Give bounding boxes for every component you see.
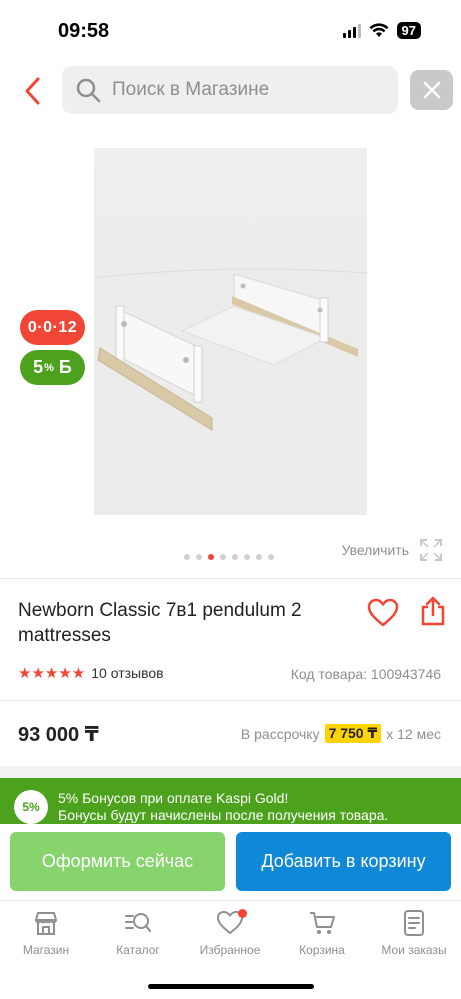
- chevron-left-icon: [25, 77, 40, 105]
- tab-shop[interactable]: Магазин: [0, 909, 92, 957]
- back-button[interactable]: [18, 74, 48, 108]
- tab-cart[interactable]: Корзина: [276, 909, 368, 957]
- tab-label: Избранное: [199, 943, 261, 957]
- heart-icon: [367, 598, 399, 627]
- gallery-dot[interactable]: [208, 554, 214, 560]
- reviews-link[interactable]: 10 отзывов: [91, 665, 163, 681]
- tab-label: Магазин: [22, 943, 70, 957]
- product-gallery[interactable]: 0·0·12 5% Б Увеличить: [0, 140, 461, 570]
- tab-label: Мои заказы: [381, 943, 447, 957]
- tab-catalog[interactable]: Каталог: [92, 909, 184, 957]
- favorite-button[interactable]: [367, 598, 399, 628]
- catalog-icon: [125, 913, 151, 932]
- cart-icon: [310, 912, 335, 934]
- promo-subtitle: Бонусы будут начислены после получения т…: [58, 807, 389, 823]
- timer-badge: 0·0·12: [20, 310, 85, 345]
- installment-info[interactable]: В рассрочку 7 750 ₸ x 12 мес: [241, 724, 441, 743]
- product-price: 93 000 ₸: [18, 724, 99, 746]
- expand-icon: [420, 539, 442, 561]
- tab-label: Каталог: [116, 943, 160, 957]
- rating-row[interactable]: ★★★★★ 10 отзывов: [18, 664, 164, 682]
- bonus-unit: %: [44, 361, 54, 374]
- clear-search-button[interactable]: [410, 70, 453, 110]
- status-icons: 97: [342, 22, 421, 39]
- buy-now-button[interactable]: Оформить сейчас: [10, 832, 225, 891]
- rating-stars: ★★★★★: [18, 665, 86, 682]
- zoom-label: Увеличить: [341, 542, 409, 558]
- status-bar: 09:58 97: [0, 0, 461, 60]
- bonus-value: 5: [33, 357, 44, 377]
- signal-icon: [342, 23, 361, 38]
- battery-indicator: 97: [396, 22, 421, 39]
- sku-label: Код товара:: [290, 666, 368, 682]
- promo-percent-icon: 5%: [14, 790, 48, 824]
- section-gap: [0, 766, 461, 778]
- share-icon: [421, 596, 445, 626]
- kaspi-gold-promo[interactable]: 5% 5% Бонусов при оплате Kaspi Gold! Бон…: [0, 778, 461, 824]
- wifi-icon: [369, 23, 389, 37]
- search-box[interactable]: [62, 66, 398, 114]
- installment-suffix: x 12 мес: [386, 725, 441, 742]
- installment-amount: 7 750 ₸: [324, 724, 382, 743]
- promo-title: 5% Бонусов при оплате Kaspi Gold!: [58, 790, 289, 806]
- gallery-dot[interactable]: [244, 554, 250, 560]
- sku-value: 100943746: [370, 666, 441, 682]
- gallery-pagination[interactable]: [184, 554, 274, 560]
- close-icon: [423, 81, 440, 99]
- product-title: Newborn Classic 7в1 pendulum 2 mattresse…: [18, 600, 302, 646]
- search-icon: [76, 78, 101, 103]
- gallery-dot[interactable]: [184, 554, 190, 560]
- tab-orders[interactable]: Мои заказы: [368, 909, 460, 957]
- divider: [0, 700, 461, 701]
- installment-prefix: В рассрочку: [240, 725, 320, 742]
- gallery-dot[interactable]: [256, 554, 262, 560]
- zoom-button[interactable]: Увеличить: [341, 538, 443, 562]
- gallery-dot[interactable]: [196, 554, 202, 560]
- product-image[interactable]: [94, 148, 367, 515]
- add-to-cart-button[interactable]: Добавить в корзину: [236, 832, 451, 891]
- gallery-dot[interactable]: [268, 554, 274, 560]
- home-indicator: [148, 984, 314, 989]
- action-bar: Оформить сейчас Добавить в корзину: [0, 824, 461, 900]
- status-time: 09:58: [58, 20, 110, 42]
- notification-dot: [238, 909, 247, 918]
- gallery-dot[interactable]: [220, 554, 226, 560]
- bonus-currency: Б: [58, 357, 72, 377]
- orders-icon: [404, 910, 424, 936]
- search-input[interactable]: [112, 79, 372, 101]
- shop-icon: [35, 912, 57, 935]
- search-header: [0, 66, 461, 116]
- product-code: Код товара: 100943746: [291, 666, 441, 682]
- divider: [0, 578, 461, 579]
- tab-label: Корзина: [299, 943, 345, 957]
- tab-favorites[interactable]: Избранное: [184, 909, 276, 957]
- share-button[interactable]: [420, 595, 446, 627]
- bonus-badge: 5% Б: [20, 350, 85, 385]
- gallery-dot[interactable]: [232, 554, 238, 560]
